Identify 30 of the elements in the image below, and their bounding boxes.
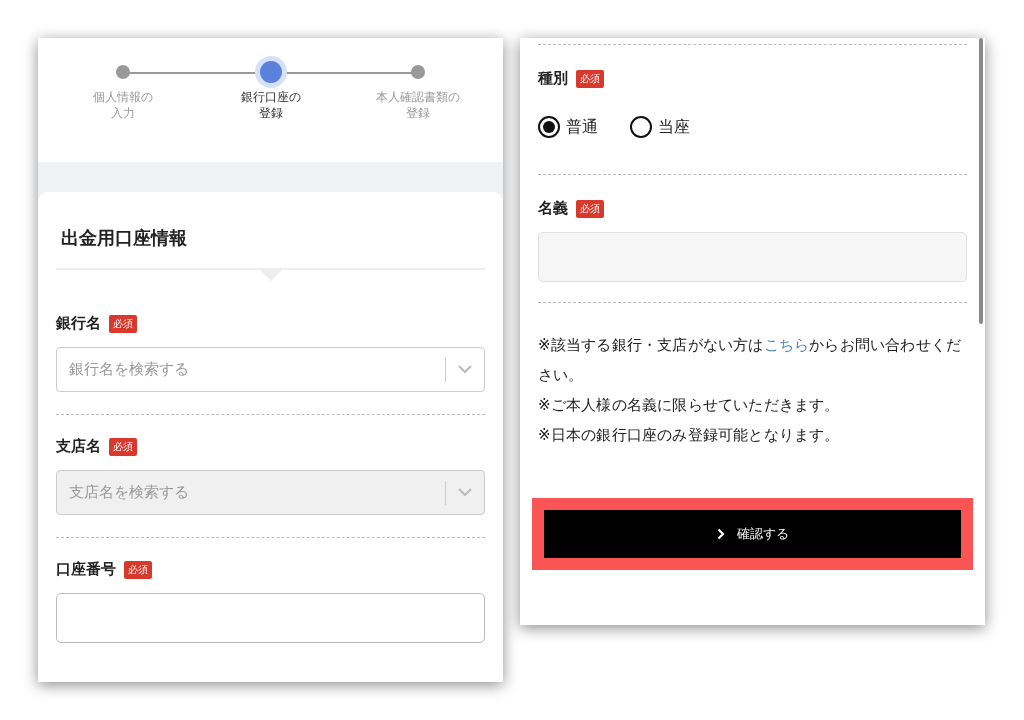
field-label: 口座番号 bbox=[56, 560, 116, 579]
input-field[interactable] bbox=[56, 593, 485, 643]
step-label: 銀行口座の bbox=[240, 89, 301, 105]
field-label: 種別 bbox=[538, 69, 568, 88]
note-text: ※ご本人様の名義に限らせていただきます。 bbox=[538, 395, 841, 416]
step-label: 個人情報の bbox=[93, 89, 153, 105]
required-badge: 必須 bbox=[124, 560, 152, 579]
step-label: 登録 bbox=[406, 105, 430, 121]
required-badge: 必須 bbox=[576, 69, 604, 88]
chevron-down-icon bbox=[458, 488, 472, 497]
radio-label: 普通 bbox=[566, 116, 598, 138]
step-label: 本人確認書類の bbox=[376, 89, 460, 105]
radio-option[interactable]: 普通 bbox=[538, 116, 598, 138]
radio-label: 当座 bbox=[658, 116, 690, 138]
step-label: 入力 bbox=[111, 105, 135, 121]
step-label: 登録 bbox=[258, 105, 283, 121]
contact-link[interactable]: こちら bbox=[763, 336, 810, 354]
chevron-right-icon bbox=[716, 528, 725, 540]
required-badge: 必須 bbox=[109, 314, 137, 333]
chevron-down-icon bbox=[458, 365, 472, 374]
field-label: 銀行名 bbox=[56, 314, 101, 333]
note-text: ※該当する銀行・支店がない方は こちらからお問い合わせください。 bbox=[538, 335, 963, 386]
required-badge: 必須 bbox=[576, 199, 604, 218]
section-title: 出金用口座情報 bbox=[60, 226, 188, 250]
field-label: 支店名 bbox=[56, 437, 101, 456]
confirm-button[interactable]: 確認する bbox=[544, 510, 961, 558]
field-label: 名義 bbox=[538, 199, 568, 218]
radio-option[interactable]: 当座 bbox=[630, 116, 690, 138]
note-text: ※日本の銀行口座のみ登録可能となります。 bbox=[538, 425, 841, 446]
required-badge: 必須 bbox=[109, 437, 137, 456]
